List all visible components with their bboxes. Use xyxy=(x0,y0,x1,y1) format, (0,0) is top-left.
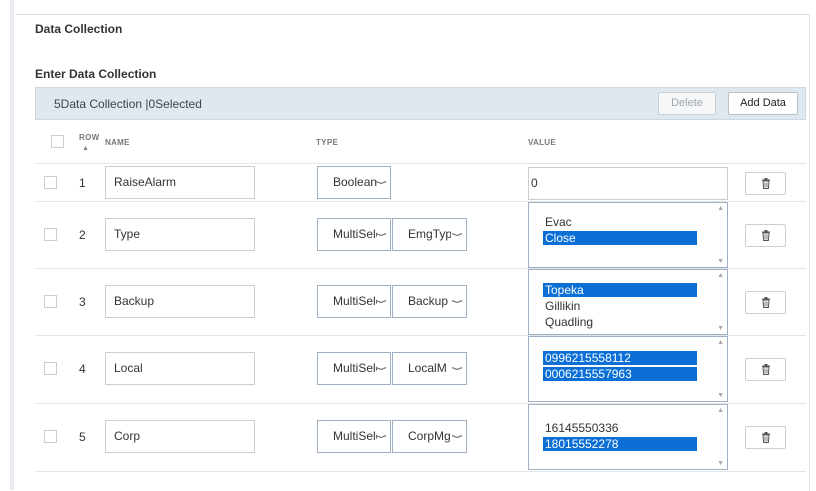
name-field[interactable]: Local xyxy=(105,352,255,385)
scroll-up-icon[interactable]: ▲ xyxy=(717,339,724,346)
chevron-down-icon: ❯ xyxy=(375,179,387,186)
chevron-down-icon: ❯ xyxy=(375,365,387,372)
subtype-select[interactable]: Backup ❯ xyxy=(392,285,467,318)
subtype-select[interactable]: CorpMg ❯ xyxy=(392,420,467,453)
table-row: 5 Corp MultiSelect❯CorpMg❯ 16145550336 18015… xyxy=(35,403,806,472)
row-column-header[interactable]: ROW xyxy=(79,133,99,142)
delete-row-button[interactable] xyxy=(745,172,786,195)
chevron-down-icon: ❯ xyxy=(451,365,463,372)
chevron-down-icon: ❯ xyxy=(375,231,387,238)
chevron-down-icon: ❯ xyxy=(451,433,463,440)
row-number: 4 xyxy=(79,362,86,376)
row-number: 1 xyxy=(79,176,86,190)
listbox-option[interactable]: 16145550336 xyxy=(543,421,697,435)
value-listbox[interactable]: Topeka Gillikin Quadling ▲ ▼ xyxy=(528,269,728,335)
scroll-down-icon[interactable]: ▼ xyxy=(717,460,724,467)
listbox-option[interactable]: 0996215558112 xyxy=(543,351,697,365)
value-listbox[interactable]: 16145550336 18015552278 ▲ ▼ xyxy=(528,404,728,470)
selection-count: 5Data Collection |0Selected xyxy=(54,97,202,111)
subtype-select[interactable]: EmgType❯ xyxy=(392,218,467,251)
scroll-up-icon[interactable]: ▲ xyxy=(717,407,724,414)
left-gutter xyxy=(10,0,14,490)
row-checkbox[interactable] xyxy=(44,362,57,375)
row-number: 5 xyxy=(79,430,86,444)
value-field[interactable]: 0 xyxy=(528,167,728,200)
delete-row-button[interactable] xyxy=(745,358,786,381)
name-field[interactable]: RaiseAlarm xyxy=(105,166,255,199)
value-listbox[interactable]: Evac Close ▲ ▼ xyxy=(528,202,728,268)
value-column-header: VALUE xyxy=(528,138,557,147)
listbox-option[interactable]: Topeka xyxy=(543,283,697,297)
section-title: Data Collection xyxy=(35,22,123,36)
type-select[interactable]: MultiSelect❯ xyxy=(317,285,391,318)
listbox-option[interactable]: 0006215557963 xyxy=(543,367,697,381)
scroll-up-icon[interactable]: ▲ xyxy=(717,205,724,212)
chevron-down-icon: ❯ xyxy=(375,298,387,305)
listbox-option[interactable]: Close xyxy=(543,231,697,245)
listbox-option[interactable]: Evac xyxy=(543,215,697,229)
name-field[interactable]: Type xyxy=(105,218,255,251)
table-toolbar: 5Data Collection |0Selected Delete Add D… xyxy=(35,87,806,120)
row-checkbox[interactable] xyxy=(44,430,57,443)
row-checkbox[interactable] xyxy=(44,228,57,241)
delete-row-button[interactable] xyxy=(745,291,786,314)
listbox-option[interactable]: Gillikin xyxy=(543,299,697,313)
select-all-checkbox[interactable] xyxy=(51,135,64,148)
row-number: 2 xyxy=(79,228,86,242)
name-field[interactable]: Backup xyxy=(105,285,255,318)
listbox-option[interactable]: Quadling xyxy=(543,315,697,329)
listbox-option[interactable]: 18015552278 xyxy=(543,437,697,451)
row-number: 3 xyxy=(79,295,86,309)
type-select[interactable]: MultiSelect❯ xyxy=(317,352,391,385)
subtype-select[interactable]: LocalM ❯ xyxy=(392,352,467,385)
chevron-down-icon: ❯ xyxy=(375,433,387,440)
delete-row-button[interactable] xyxy=(745,426,786,449)
scroll-up-icon[interactable]: ▲ xyxy=(717,272,724,279)
row-checkbox[interactable] xyxy=(44,295,57,308)
type-select[interactable]: MultiSelect❯ xyxy=(317,420,391,453)
table-row: 3 Backup MultiSelect❯Backup❯ Topeka Gillikin… xyxy=(35,268,806,336)
table-row: 2 Type MultiSelect❯EmgType❯ Evac Close ▲ ▼ xyxy=(35,201,806,269)
row-checkbox[interactable] xyxy=(44,176,57,189)
table-row: 1 RaiseAlarm Boolean ❯ 0 xyxy=(35,164,806,202)
delete-button[interactable]: Delete xyxy=(658,92,716,115)
table-header: ROW ▲ NAME TYPE VALUE xyxy=(35,121,806,164)
scroll-down-icon[interactable]: ▼ xyxy=(717,258,724,265)
table-row: 4 Local MultiSelect❯LocalM❯ 0996215558112 00… xyxy=(35,335,806,404)
delete-row-button[interactable] xyxy=(745,224,786,247)
chevron-down-icon: ❯ xyxy=(451,231,463,238)
type-select[interactable]: Boolean ❯ xyxy=(317,166,391,199)
add-data-button[interactable]: Add Data xyxy=(728,92,798,115)
subsection-title: Enter Data Collection xyxy=(35,67,157,81)
chevron-down-icon: ❯ xyxy=(451,298,463,305)
type-column-header: TYPE xyxy=(316,138,339,147)
name-column-header: NAME xyxy=(105,138,130,147)
scroll-down-icon[interactable]: ▼ xyxy=(717,325,724,332)
scroll-down-icon[interactable]: ▼ xyxy=(717,392,724,399)
name-field[interactable]: Corp xyxy=(105,420,255,453)
sort-ascending-icon: ▲ xyxy=(82,145,89,152)
type-select[interactable]: MultiSelect❯ xyxy=(317,218,391,251)
value-listbox[interactable]: 0996215558112 0006215557963 ▲ ▼ xyxy=(528,336,728,402)
